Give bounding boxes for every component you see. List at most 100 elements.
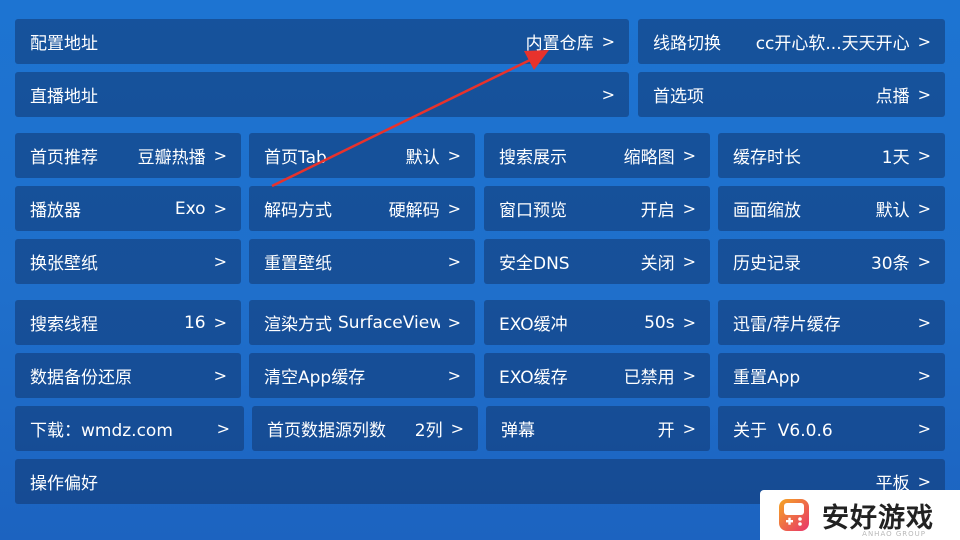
setting-value: 硬解码 — [388, 201, 440, 221]
player-tile[interactable]: 播放器 Exo > — [15, 186, 241, 231]
setting-label: 直播地址 — [30, 87, 98, 107]
gamepad-icon — [779, 499, 809, 531]
setting-value: cc开心软...天天开心 — [755, 34, 910, 54]
chevron-right-icon: > — [682, 419, 696, 438]
setting-label: 画面缩放 — [733, 201, 801, 221]
setting-label: 关于 V6.0.6 — [733, 421, 833, 441]
setting-label: 首页推荐 — [30, 148, 98, 168]
chevron-right-icon: > — [216, 419, 230, 438]
setting-label: 首页Tab — [264, 148, 327, 168]
screen-scale-tile[interactable]: 画面缩放 默认 > — [718, 186, 945, 231]
render-mode-tile[interactable]: 渲染方式 SurfaceView > — [249, 300, 475, 345]
search-display-tile[interactable]: 搜索展示 缩略图 > — [484, 133, 710, 178]
setting-value: 点播 — [875, 87, 910, 107]
watermark-logo: 安好游戏 ANHAO GROUP — [760, 490, 960, 540]
watermark-text: 安好游戏 — [822, 502, 934, 534]
preference-row[interactable]: 首选项 点播 > — [638, 72, 945, 117]
chevron-right-icon: > — [917, 146, 931, 165]
chevron-right-icon: > — [450, 419, 464, 438]
setting-label: 操作偏好 — [30, 474, 98, 494]
setting-label: 重置App — [733, 368, 801, 388]
setting-label: 渲染方式 — [264, 315, 332, 335]
setting-value: 豆瓣热播 — [137, 148, 206, 168]
chevron-right-icon: > — [213, 366, 227, 385]
setting-value: 2列 — [414, 421, 443, 441]
chevron-right-icon: > — [213, 146, 227, 165]
chevron-right-icon: > — [917, 472, 931, 491]
thunder-cache-tile[interactable]: 迅雷/荐片缓存 > — [718, 300, 945, 345]
setting-value: 30条 — [870, 254, 910, 274]
reset-app-tile[interactable]: 重置App > — [718, 353, 945, 398]
chevron-right-icon: > — [447, 366, 461, 385]
chevron-right-icon: > — [917, 85, 931, 104]
chevron-right-icon: > — [682, 366, 696, 385]
setting-label: 历史记录 — [733, 254, 801, 274]
setting-label: 下载：wmdz.com — [30, 421, 173, 441]
setting-label: 首选项 — [653, 87, 704, 107]
exo-cache-tile[interactable]: EXO缓存 已禁用 > — [484, 353, 710, 398]
setting-label: 搜索线程 — [30, 315, 98, 335]
exo-buffer-tile[interactable]: EXO缓冲 50s > — [484, 300, 710, 345]
setting-label: 换张壁纸 — [30, 254, 98, 274]
chevron-right-icon: > — [447, 199, 461, 218]
home-tab-tile[interactable]: 首页Tab 默认 > — [249, 133, 475, 178]
setting-label: 清空App缓存 — [264, 368, 366, 388]
setting-value: 内置仓库 — [525, 34, 594, 54]
reset-wallpaper-tile[interactable]: 重置壁纸 > — [249, 239, 475, 284]
about-tile[interactable]: 关于 V6.0.6 > — [718, 406, 945, 451]
chevron-right-icon: > — [447, 146, 461, 165]
chevron-right-icon: > — [682, 313, 696, 332]
watermark-subtext: ANHAO GROUP — [862, 530, 926, 538]
secure-dns-tile[interactable]: 安全DNS 关闭 > — [484, 239, 710, 284]
chevron-right-icon: > — [447, 252, 461, 271]
chevron-right-icon: > — [601, 85, 615, 104]
home-recommend-tile[interactable]: 首页推荐 豆瓣热播 > — [15, 133, 241, 178]
setting-value: 开启 — [640, 201, 675, 221]
setting-value: 关闭 — [640, 254, 675, 274]
setting-label: 数据备份还原 — [30, 368, 132, 388]
live-address-row[interactable]: 直播地址 > — [15, 72, 629, 117]
config-address-row[interactable]: 配置地址 内置仓库 > — [15, 19, 629, 64]
decode-mode-tile[interactable]: 解码方式 硬解码 > — [249, 186, 475, 231]
chevron-right-icon: > — [682, 252, 696, 271]
setting-value: 开 — [657, 421, 675, 441]
setting-label: 窗口预览 — [499, 201, 567, 221]
setting-label: 解码方式 — [264, 201, 332, 221]
clear-cache-tile[interactable]: 清空App缓存 > — [249, 353, 475, 398]
setting-label: 配置地址 — [30, 34, 98, 54]
home-columns-tile[interactable]: 首页数据源列数 2列 > — [252, 406, 478, 451]
chevron-right-icon: > — [917, 366, 931, 385]
change-wallpaper-tile[interactable]: 换张壁纸 > — [15, 239, 241, 284]
setting-label: 迅雷/荐片缓存 — [733, 315, 841, 335]
danmaku-tile[interactable]: 弹幕 开 > — [486, 406, 710, 451]
history-tile[interactable]: 历史记录 30条 > — [718, 239, 945, 284]
setting-label: 重置壁纸 — [264, 254, 332, 274]
chevron-right-icon: > — [213, 252, 227, 271]
window-preview-tile[interactable]: 窗口预览 开启 > — [484, 186, 710, 231]
setting-value: 缩略图 — [623, 148, 675, 168]
chevron-right-icon: > — [917, 419, 931, 438]
chevron-right-icon: > — [682, 146, 696, 165]
setting-value: 1天 — [881, 148, 910, 168]
chevron-right-icon: > — [917, 32, 931, 51]
chevron-right-icon: > — [213, 313, 227, 332]
setting-label: 播放器 — [30, 201, 81, 221]
cache-duration-tile[interactable]: 缓存时长 1天 > — [718, 133, 945, 178]
download-tile[interactable]: 下载：wmdz.com > — [15, 406, 244, 451]
setting-value: Exo — [174, 198, 206, 219]
search-threads-tile[interactable]: 搜索线程 16 > — [15, 300, 241, 345]
setting-value: 已禁用 — [623, 368, 675, 388]
chevron-right-icon: > — [917, 313, 931, 332]
setting-value: SurfaceView — [338, 312, 440, 333]
setting-label: 缓存时长 — [733, 148, 801, 168]
setting-label: 首页数据源列数 — [267, 421, 386, 441]
setting-value: 默认 — [875, 201, 910, 221]
chevron-right-icon: > — [682, 199, 696, 218]
chevron-right-icon: > — [601, 32, 615, 51]
setting-value: 16 — [183, 312, 206, 333]
chevron-right-icon: > — [213, 199, 227, 218]
route-switch-row[interactable]: 线路切换 cc开心软...天天开心 > — [638, 19, 945, 64]
backup-restore-tile[interactable]: 数据备份还原 > — [15, 353, 241, 398]
setting-value: 默认 — [405, 148, 440, 168]
setting-label: 安全DNS — [499, 254, 570, 274]
